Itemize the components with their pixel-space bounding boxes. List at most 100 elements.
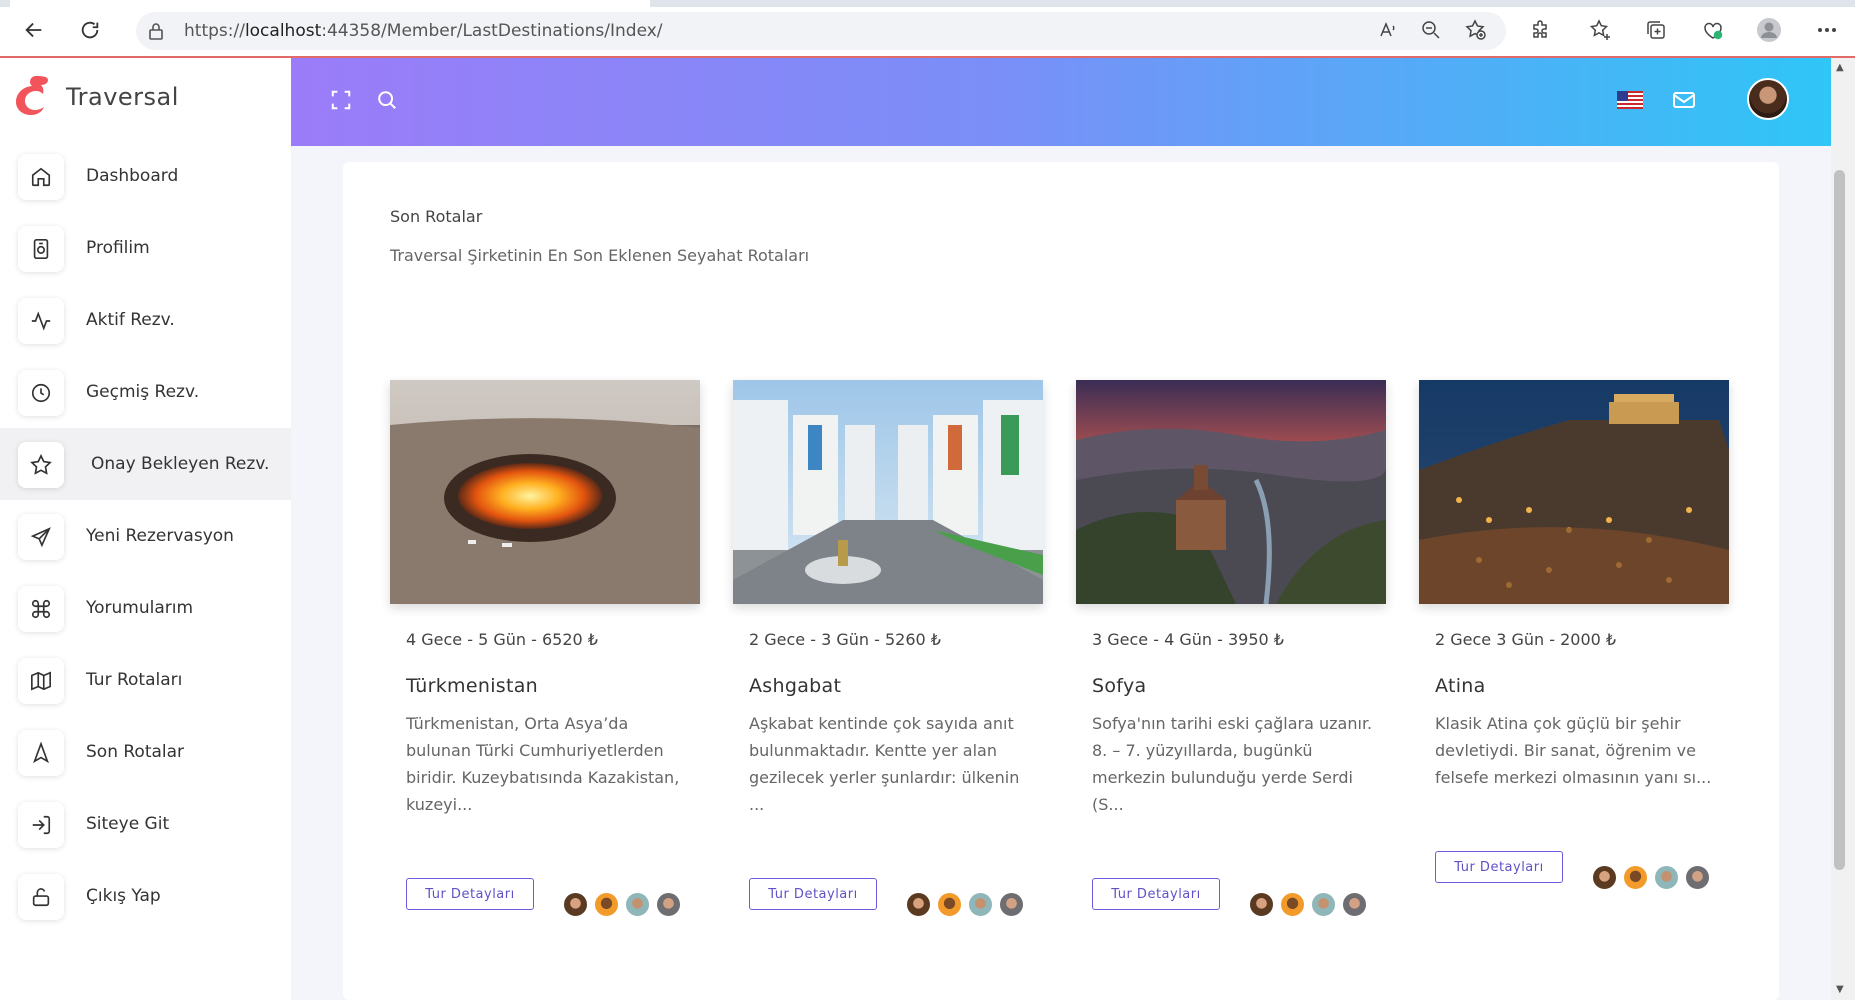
tour-card: 3 Gece - 4 Gün - 3950 ₺ Sofya Sofya'nın … xyxy=(1076,380,1386,918)
lock-icon xyxy=(148,22,164,44)
avatar[interactable] xyxy=(1591,864,1618,891)
sidebar-item-gecmis-rezv[interactable]: Geçmiş Rezv. xyxy=(0,356,291,428)
sidebar-item-label: Tur Rotaları xyxy=(86,670,183,690)
read-aloud-icon[interactable] xyxy=(1375,17,1401,43)
sidebar-item-label: Yorumularım xyxy=(86,598,194,618)
avatar[interactable] xyxy=(905,891,932,918)
browser-tab[interactable] xyxy=(10,0,650,7)
page-title: Son Rotalar xyxy=(390,207,483,226)
avatar[interactable] xyxy=(593,891,620,918)
url-host: localhost xyxy=(244,21,322,41)
navigation-icon xyxy=(18,730,64,776)
browser-essentials-icon[interactable] xyxy=(1700,17,1726,43)
sidebar-item-onay-bekleyen-rezv[interactable]: Onay Bekleyen Rezv. xyxy=(0,428,291,500)
tour-details-button[interactable]: Tur Detayları xyxy=(1435,851,1563,883)
tour-details-button[interactable]: Tur Detayları xyxy=(406,878,534,910)
tour-meta: 2 Gece - 3 Gün - 5260 ₺ xyxy=(749,630,941,649)
avatar[interactable] xyxy=(1622,864,1649,891)
tour-name: Ashgabat xyxy=(749,675,842,697)
url-text: https://localhost:44358/Member/LastDesti… xyxy=(184,21,663,41)
extensions-icon[interactable] xyxy=(1527,17,1553,43)
avatar[interactable] xyxy=(998,891,1025,918)
sidebar-item-yorumlarim[interactable]: Yorumularım xyxy=(0,572,291,644)
sidebar-item-label: Çıkış Yap xyxy=(86,886,161,906)
favorite-add-icon[interactable] xyxy=(1463,17,1489,43)
tour-meta: 3 Gece - 4 Gün - 3950 ₺ xyxy=(1092,630,1284,649)
avatar[interactable] xyxy=(624,891,651,918)
sidebar-item-tur-rotalari[interactable]: Tur Rotaları xyxy=(0,644,291,716)
profile-icon xyxy=(18,226,64,272)
tour-image-ashgabat[interactable] xyxy=(733,380,1043,604)
scroll-up-icon[interactable]: ▲ xyxy=(1836,62,1844,73)
sidebar-item-label: Geçmiş Rezv. xyxy=(86,382,200,402)
favorites-icon[interactable] xyxy=(1588,17,1614,43)
login-icon xyxy=(18,802,64,848)
sidebar-item-label: Profilim xyxy=(86,238,150,258)
page-subtitle: Traversal Şirketinin En Son Eklenen Seya… xyxy=(390,246,810,265)
address-bar[interactable]: https://localhost:44358/Member/LastDesti… xyxy=(136,12,1506,50)
tour-details-button[interactable]: Tur Detayları xyxy=(1092,878,1220,910)
tab-strip xyxy=(0,0,1855,7)
tour-card: 2 Gece 3 Gün - 2000 ₺ Atina Klasik Atina… xyxy=(1419,380,1729,891)
participant-avatars xyxy=(905,891,1029,918)
unlock-icon xyxy=(18,874,64,920)
zoom-out-icon[interactable] xyxy=(1418,17,1444,43)
avatar[interactable] xyxy=(936,891,963,918)
avatar[interactable] xyxy=(1310,891,1337,918)
tour-card: 4 Gece - 5 Gün - 6520 ₺ Türkmenistan Tür… xyxy=(390,380,700,918)
us-flag-icon[interactable] xyxy=(1614,84,1646,116)
search-icon[interactable] xyxy=(371,84,403,116)
tour-name: Türkmenistan xyxy=(406,675,539,697)
send-icon xyxy=(18,514,64,560)
tour-meta: 4 Gece - 5 Gün - 6520 ₺ xyxy=(406,630,598,649)
tour-image-turkmenistan[interactable] xyxy=(390,380,700,604)
tour-description: Türkmenistan, Orta Asya’da bulunan Türki… xyxy=(406,714,680,814)
sidebar-item-yeni-rezervasyon[interactable]: Yeni Rezervasyon xyxy=(0,500,291,572)
collections-icon[interactable] xyxy=(1643,17,1669,43)
avatar[interactable] xyxy=(1684,864,1711,891)
avatar[interactable] xyxy=(1248,891,1275,918)
sidebar-item-label: Onay Bekleyen Rezv. xyxy=(91,454,270,474)
brand-name: Traversal xyxy=(66,83,179,111)
avatar[interactable] xyxy=(655,891,682,918)
refresh-icon[interactable] xyxy=(76,16,104,44)
sidebar-item-dashboard[interactable]: Dashboard xyxy=(0,140,291,212)
tour-name: Atina xyxy=(1435,675,1486,697)
fullscreen-icon[interactable] xyxy=(325,84,357,116)
home-icon xyxy=(18,154,64,200)
brand[interactable]: Traversal xyxy=(14,74,179,120)
sidebar-item-label: Siteye Git xyxy=(86,814,170,834)
tour-image-atina[interactable] xyxy=(1419,380,1729,604)
sidebar-item-label: Aktif Rezv. xyxy=(86,310,175,330)
activity-icon xyxy=(18,298,64,344)
sidebar-item-profilim[interactable]: Profilim xyxy=(0,212,291,284)
tour-description: Sofya'nın tarihi eski çağlara uzanır. 8.… xyxy=(1092,714,1373,814)
sidebar-item-aktif-rezv[interactable]: Aktif Rezv. xyxy=(0,284,291,356)
scrollbar-thumb[interactable] xyxy=(1834,170,1845,870)
sidebar-item-son-rotalar[interactable]: Son Rotalar xyxy=(0,716,291,788)
sidebar-item-label: Son Rotalar xyxy=(86,742,185,762)
scroll-down-icon[interactable]: ▼ xyxy=(1836,984,1844,995)
avatar[interactable] xyxy=(562,891,589,918)
sidebar-item-label: Yeni Rezervasyon xyxy=(86,526,234,546)
sidebar-item-siteye-git[interactable]: Siteye Git xyxy=(0,788,291,860)
tour-image-sofya[interactable] xyxy=(1076,380,1386,604)
avatar[interactable] xyxy=(1341,891,1368,918)
map-icon xyxy=(18,658,64,704)
back-icon[interactable] xyxy=(20,16,48,44)
more-options-icon[interactable] xyxy=(1814,17,1840,43)
profile-avatar-icon[interactable] xyxy=(1756,17,1782,43)
mail-icon[interactable] xyxy=(1668,84,1700,116)
tour-meta: 2 Gece 3 Gün - 2000 ₺ xyxy=(1435,630,1617,649)
star-icon xyxy=(18,442,64,488)
tour-name: Sofya xyxy=(1092,675,1147,697)
url-prefix: https:// xyxy=(184,21,245,41)
browser-toolbar: https://localhost:44358/Member/LastDesti… xyxy=(0,0,1855,58)
sidebar-item-cikis-yap[interactable]: Çıkış Yap xyxy=(0,860,291,932)
tour-details-button[interactable]: Tur Detayları xyxy=(749,878,877,910)
avatar[interactable] xyxy=(1279,891,1306,918)
user-avatar[interactable] xyxy=(1747,78,1789,120)
avatar[interactable] xyxy=(967,891,994,918)
avatar[interactable] xyxy=(1653,864,1680,891)
destinations-card: Son Rotalar Traversal Şirketinin En Son … xyxy=(343,162,1779,1000)
